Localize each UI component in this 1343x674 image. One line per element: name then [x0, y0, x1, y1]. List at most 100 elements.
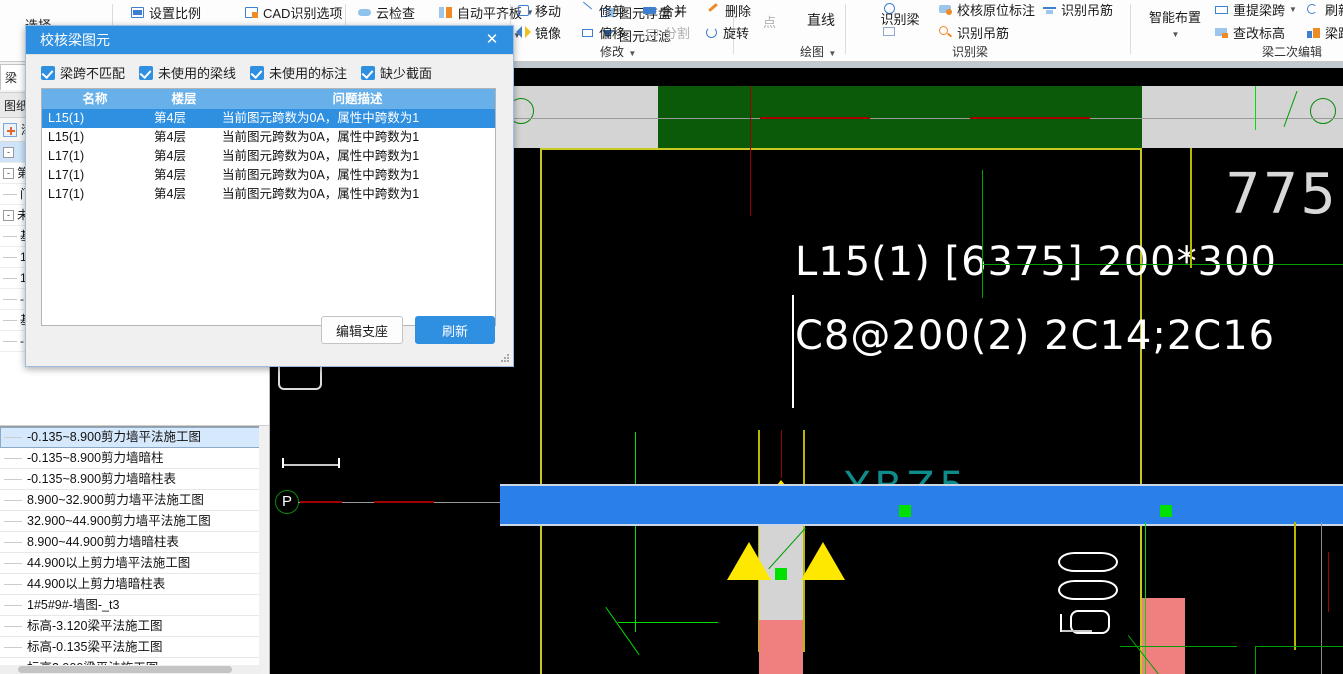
filter-checkbox-2[interactable]: 未使用的标注 [250, 63, 347, 82]
grip-point-column[interactable] [775, 568, 787, 580]
filter-label: 缺少截面 [380, 66, 433, 81]
tree-connector [3, 277, 17, 279]
ribbon-item-move[interactable]: 移动 [516, 1, 561, 20]
rebar-leader-tick [1060, 614, 1062, 632]
add-icon[interactable] [3, 122, 17, 137]
ribbon-label-smart-layout: 智能布置 [1148, 10, 1201, 25]
drawing-list-item[interactable]: -0.135~8.900剪力墙暗柱表 [0, 469, 269, 490]
ribbon-item-trim[interactable]: 修剪 [580, 1, 625, 20]
copy-span-data-icon [1306, 25, 1322, 40]
cad-options-icon [244, 5, 260, 20]
cell-description: 当前图元跨数为0A，属性中跨数为1 [222, 149, 420, 163]
checkbox-icon[interactable] [361, 65, 376, 80]
chevron-down-icon[interactable]: ▼ [1289, 5, 1297, 14]
dialog-titlebar[interactable]: 校核梁图元 ✕ [26, 26, 513, 54]
ribbon-item-edit-support[interactable]: 识别吊筋 [1042, 0, 1113, 19]
table-row[interactable]: L15(1) 第4层 当前图元跨数为0A，属性中跨数为1 [42, 109, 495, 128]
drawing-list-hscrollbar[interactable] [0, 665, 260, 674]
checkbox-icon[interactable] [139, 65, 154, 80]
list-connector [4, 562, 22, 564]
grip-point-beam-mid[interactable] [899, 505, 911, 517]
drawing-list-item-label: 32.900~44.900剪力墙平法施工图 [27, 513, 211, 528]
ribbon-item-copy-span-data[interactable]: 梁跨数据复制 [1306, 23, 1343, 42]
drawing-list-item[interactable]: 32.900~44.900剪力墙平法施工图 [0, 511, 269, 532]
ribbon-item-point[interactable]: 点 [763, 12, 776, 31]
ribbon-item-line[interactable]: 直线 [807, 10, 835, 30]
checkbox-icon[interactable] [250, 65, 265, 80]
ribbon-item-check-elevation[interactable]: 查改标高 [1214, 23, 1285, 42]
edit-support-button[interactable]: 编辑支座 [320, 316, 403, 344]
list-connector [4, 478, 22, 480]
green-guide-horizontal [982, 264, 1343, 265]
ribbon-item-recognize-hanging-bar[interactable]: 识别吊筋 [938, 23, 1009, 42]
drawing-list-item[interactable]: 8.900~44.900剪力墙暗柱表 [0, 532, 269, 553]
ribbon-item-check-inplace-annotation[interactable]: 校核原位标注 [938, 0, 1035, 19]
dialog-button-row: 编辑支座 刷新 [320, 316, 495, 344]
cell-name: L15(1) [48, 130, 85, 144]
dialog-body: 梁跨不匹配 未使用的梁线 未使用的标注 缺少截面 名称 楼层 问题描述 L15(1) 第… [26, 54, 513, 366]
ribbon-item-rotate[interactable]: 旋转 [704, 23, 749, 42]
issue-table[interactable]: 名称 楼层 问题描述 L15(1) 第4层 当前图元跨数为0A，属性中跨数为1 L15… [41, 88, 496, 326]
chevron-down-icon[interactable]: ▼ [1172, 30, 1180, 39]
ribbon-group-caption-recognize-beam: 识别梁 [952, 45, 989, 59]
table-row[interactable]: L17(1) 第4层 当前图元跨数为0A，属性中跨数为1 [42, 185, 495, 204]
ribbon-item-offset[interactable]: 偏移 [580, 23, 625, 42]
trim-icon [580, 1, 596, 18]
ribbon-item-refresh-support[interactable]: 刷新支座尺 [1306, 0, 1343, 19]
table-row[interactable]: L17(1) 第4层 当前图元跨数为0A，属性中跨数为1 [42, 147, 495, 166]
ribbon-item-cad-options[interactable]: CAD识别选项 [244, 3, 342, 22]
tree-expander-icon[interactable]: - [3, 209, 14, 221]
list-connector [4, 499, 22, 501]
tree-expander-icon[interactable]: - [3, 146, 14, 158]
drawing-list-item[interactable]: -0.135~8.900剪力墙暗柱 [0, 448, 269, 469]
ribbon-item-erase[interactable]: 删除 [706, 1, 751, 20]
drawing-list-item[interactable]: 1#5#9#-墙图-_t3 [0, 595, 269, 616]
filter-checkbox-3[interactable]: 缺少截面 [361, 63, 432, 82]
ribbon-item-split[interactable]: 分割 [645, 23, 690, 42]
ribbon-item-recognize-beam[interactable]: 识别梁 [870, 12, 930, 27]
cell-floor: 第4层 [154, 130, 186, 144]
check-inplace-annotation-icon [938, 2, 954, 17]
drawing-list-item[interactable]: 8.900~32.900剪力墙平法施工图 [0, 490, 269, 511]
drawing-list-item[interactable]: 标高-3.120梁平法施工图 [0, 616, 269, 637]
column-edge-right [803, 430, 805, 652]
selected-beam-element[interactable] [500, 484, 1343, 526]
refresh-button[interactable]: 刷新 [415, 316, 495, 344]
check-beam-element-dialog[interactable]: 校核梁图元 ✕ 梁跨不匹配 未使用的梁线 未使用的标注 缺少截面 名称 楼层 问题描述… [25, 25, 514, 367]
ribbon-item-smart-layout[interactable]: 智能布置 ▼ [1143, 10, 1207, 42]
grip-point-beam-right[interactable] [1160, 505, 1172, 517]
drawing-list[interactable]: -0.135~8.900剪力墙平法施工图 -0.135~8.900剪力墙暗柱 -0.… [0, 426, 269, 674]
table-row[interactable]: L15(1) 第4层 当前图元跨数为0A，属性中跨数为1 [42, 128, 495, 147]
table-row[interactable]: L17(1) 第4层 当前图元跨数为0A，属性中跨数为1 [42, 166, 495, 185]
drawing-list-item-label: -0.135~8.900剪力墙平法施工图 [27, 429, 202, 444]
checkbox-icon[interactable] [41, 65, 55, 80]
drawing-list-item[interactable]: 标高-0.135梁平法施工图 [0, 637, 269, 658]
ribbon-label-cad-options: CAD识别选项 [263, 6, 343, 21]
drawing-list-item[interactable]: -0.135~8.900剪力墙平法施工图 [0, 427, 269, 448]
ribbon-item-reextract-span[interactable]: 重提梁跨 ▼ [1214, 0, 1297, 19]
hscrollbar-thumb[interactable] [18, 666, 232, 673]
drawing-list-vscrollbar[interactable] [259, 426, 269, 674]
ribbon-item-mirror[interactable]: 镜像 [516, 23, 561, 42]
ribbon-label-line: 直线 [807, 12, 835, 28]
crosshair-vertical-top [1255, 86, 1256, 130]
list-connector [4, 457, 22, 459]
close-icon[interactable]: ✕ [481, 26, 503, 54]
column-header-description: 问题描述 [332, 92, 383, 106]
ribbon-item-set-scale[interactable]: 设置比例 [130, 3, 201, 22]
ribbon-item-cloud-check[interactable]: 云检查 [357, 3, 415, 22]
chevron-down-icon[interactable]: ▼ [828, 49, 836, 58]
ribbon-label-point: 点 [763, 15, 777, 30]
drawing-list-item-label: -0.135~8.900剪力墙暗柱 [27, 450, 164, 465]
ribbon-item-merge[interactable]: 合并 [642, 1, 687, 20]
filter-checkbox-1[interactable]: 未使用的梁线 [139, 63, 236, 82]
tree-expander-icon[interactable]: - [3, 167, 14, 179]
ribbon-label-auto-align-slab: 自动平齐板 [457, 6, 523, 21]
ribbon-label-trim: 修剪 [599, 4, 626, 19]
drawing-list-item[interactable]: 44.900以上剪力墙暗柱表 [0, 574, 269, 595]
drawing-list-item-label: 标高-3.120梁平法施工图 [27, 618, 163, 633]
chevron-down-icon[interactable]: ▼ [628, 49, 636, 58]
drawing-list-item[interactable]: 44.900以上剪力墙平法施工图 [0, 553, 269, 574]
resize-grip[interactable] [501, 354, 510, 363]
filter-checkbox-0[interactable]: 梁跨不匹配 [41, 63, 125, 82]
